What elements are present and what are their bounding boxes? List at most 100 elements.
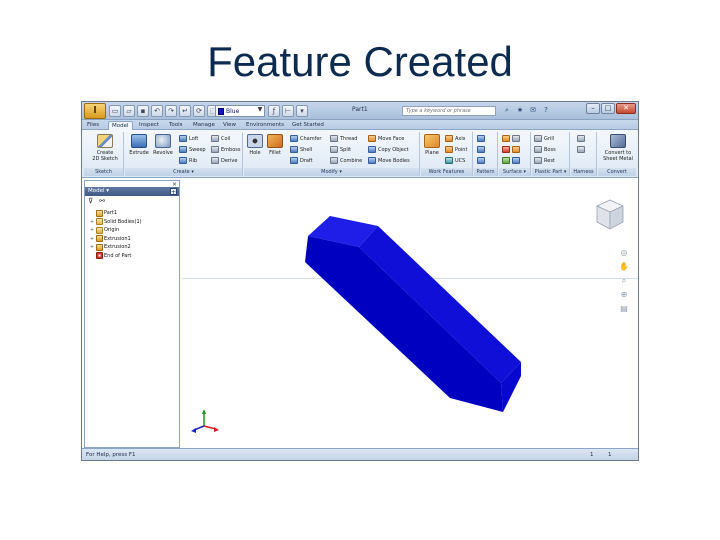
- orbit-icon[interactable]: ⊕: [618, 289, 630, 300]
- undo-icon[interactable]: ↶: [151, 105, 163, 117]
- surface-panel-title[interactable]: Surface ▾: [499, 168, 530, 176]
- binoculars-icon[interactable]: ⌕: [502, 105, 512, 116]
- derive-button[interactable]: Derive: [211, 156, 237, 165]
- zoom-icon[interactable]: ⌕: [618, 275, 630, 286]
- mirror-button[interactable]: [477, 156, 485, 165]
- rib-button[interactable]: Rib: [179, 156, 197, 165]
- expand-icon[interactable]: +: [89, 244, 95, 250]
- filter-icon[interactable]: ⊽: [88, 197, 93, 205]
- update-icon[interactable]: ⟳: [193, 105, 205, 117]
- loft-button[interactable]: Loft: [179, 134, 198, 143]
- communication-icon[interactable]: ✉: [528, 105, 538, 116]
- browser-header[interactable]: Model ▾ +: [85, 187, 179, 196]
- look-at-icon[interactable]: ▤: [618, 303, 630, 314]
- create-2d-sketch-button[interactable]: Create 2D Sketch: [90, 134, 120, 162]
- thicken-button[interactable]: [502, 134, 520, 143]
- extruded-solid-body[interactable]: [182, 180, 638, 448]
- shell-label: Shell: [300, 146, 313, 153]
- help-icon[interactable]: ?: [541, 105, 551, 116]
- modify-panel-title[interactable]: Modify ▾: [244, 168, 419, 176]
- tree-item-end-of-part[interactable]: End of Part: [89, 252, 177, 261]
- tab-manage[interactable]: Manage: [190, 121, 218, 130]
- customize-icon[interactable]: ▾: [296, 105, 308, 117]
- quick-access-toolbar: ▭ ▱ ▪ ↶ ↷ ↵ ⟳ ⬚: [109, 105, 219, 117]
- add-browser-icon[interactable]: +: [170, 188, 177, 196]
- extrude-button[interactable]: Extrude: [126, 134, 152, 156]
- move-face-button[interactable]: Move Face: [368, 134, 404, 143]
- combine-icon: [330, 157, 338, 164]
- plane-button[interactable]: Plane: [421, 134, 443, 156]
- redo-icon[interactable]: ↷: [165, 105, 177, 117]
- copy-object-button[interactable]: Copy Object: [368, 145, 409, 154]
- convert-to-sheet-metal-button[interactable]: Convert to Sheet Metal: [601, 134, 635, 162]
- binoculars-icon[interactable]: ⚯: [99, 197, 105, 205]
- circular-pattern-button[interactable]: [477, 145, 485, 154]
- maximize-icon[interactable]: □: [601, 103, 615, 114]
- point-button[interactable]: Point: [445, 145, 467, 154]
- hole-button[interactable]: Hole: [244, 134, 266, 156]
- tree-item-origin[interactable]: + Origin: [89, 226, 177, 235]
- expand-icon[interactable]: +: [89, 227, 95, 233]
- minimize-icon[interactable]: –: [586, 103, 600, 114]
- fillet-button[interactable]: Fillet: [264, 134, 286, 156]
- emboss-button[interactable]: Emboss: [211, 145, 240, 154]
- point-label: Point: [455, 146, 468, 153]
- expand-icon[interactable]: +: [89, 236, 95, 242]
- new-file-icon[interactable]: ▭: [109, 105, 121, 117]
- tree-item-extrusion2[interactable]: + Extrusion2: [89, 243, 177, 252]
- open-file-icon[interactable]: ▱: [123, 105, 135, 117]
- grill-button[interactable]: Grill: [534, 134, 554, 143]
- params-icon[interactable]: ƒ: [268, 105, 280, 117]
- draft-button[interactable]: Draft: [290, 156, 313, 165]
- return-icon[interactable]: ↵: [179, 105, 191, 117]
- model-browser: × Model ▾ + ⊽ ⚯ Part1 + Solid Bodies(1) …: [84, 180, 180, 448]
- modify-panel-label: Modify: [321, 169, 338, 175]
- thread-button[interactable]: Thread: [330, 134, 357, 143]
- application-menu-button[interactable]: I: [84, 103, 106, 119]
- coil-button[interactable]: Coil: [211, 134, 230, 143]
- graphics-window[interactable]: ◎ ✋ ⌕ ⊕ ▤: [182, 180, 638, 448]
- cable-icon: [577, 135, 585, 142]
- close-icon[interactable]: ✕: [616, 103, 636, 114]
- rest-label: Rest: [544, 157, 555, 164]
- rest-icon: [534, 157, 542, 164]
- tab-tools[interactable]: Tools: [166, 121, 186, 130]
- boss-button[interactable]: Boss: [534, 145, 556, 154]
- tab-environments[interactable]: Environments: [243, 121, 287, 130]
- move-bodies-button[interactable]: Move Bodies: [368, 156, 410, 165]
- tab-get-started[interactable]: Get Started: [289, 121, 327, 130]
- material-select[interactable]: Blue ▼: [215, 105, 265, 117]
- rectangular-pattern-button[interactable]: [477, 134, 485, 143]
- loft-icon: [179, 135, 187, 142]
- expand-icon[interactable]: +: [89, 219, 95, 225]
- tab-view[interactable]: View: [220, 121, 239, 130]
- shell-button[interactable]: Shell: [290, 145, 312, 154]
- measure-icon[interactable]: ⊢: [282, 105, 294, 117]
- move-face-label: Move Face: [378, 135, 405, 142]
- rest-button[interactable]: Rest: [534, 156, 555, 165]
- harness-tool-2[interactable]: [577, 145, 585, 154]
- harness-tool-1[interactable]: [577, 134, 585, 143]
- pan-icon[interactable]: ✋: [618, 261, 630, 272]
- create-panel-title[interactable]: Create ▾: [125, 168, 242, 176]
- sculpt-button[interactable]: [502, 145, 520, 154]
- chamfer-button[interactable]: Chamfer: [290, 134, 322, 143]
- plastic-part-panel-title[interactable]: Plastic Part ▾: [532, 168, 569, 176]
- tree-item-part[interactable]: Part1: [89, 209, 177, 218]
- viewcube[interactable]: [594, 198, 626, 232]
- axis-button[interactable]: Axis: [445, 134, 465, 143]
- steering-wheel-icon[interactable]: ◎: [618, 247, 630, 258]
- combine-button[interactable]: Combine: [330, 156, 362, 165]
- tree-item-extrusion1[interactable]: + Extrusion1: [89, 235, 177, 244]
- tab-inspect[interactable]: Inspect: [136, 121, 162, 130]
- help-search-input[interactable]: Type a keyword or phrase: [402, 106, 496, 116]
- tree-item-solid-bodies[interactable]: + Solid Bodies(1): [89, 218, 177, 227]
- tab-files[interactable]: Files: [84, 121, 102, 130]
- split-button[interactable]: Split: [330, 145, 351, 154]
- revolve-button[interactable]: Revolve: [150, 134, 176, 156]
- trim-button[interactable]: [502, 156, 520, 165]
- sweep-button[interactable]: Sweep: [179, 145, 206, 154]
- ucs-button[interactable]: UCS: [445, 156, 465, 165]
- save-icon[interactable]: ▪: [137, 105, 149, 117]
- subscription-icon[interactable]: ★: [515, 105, 525, 116]
